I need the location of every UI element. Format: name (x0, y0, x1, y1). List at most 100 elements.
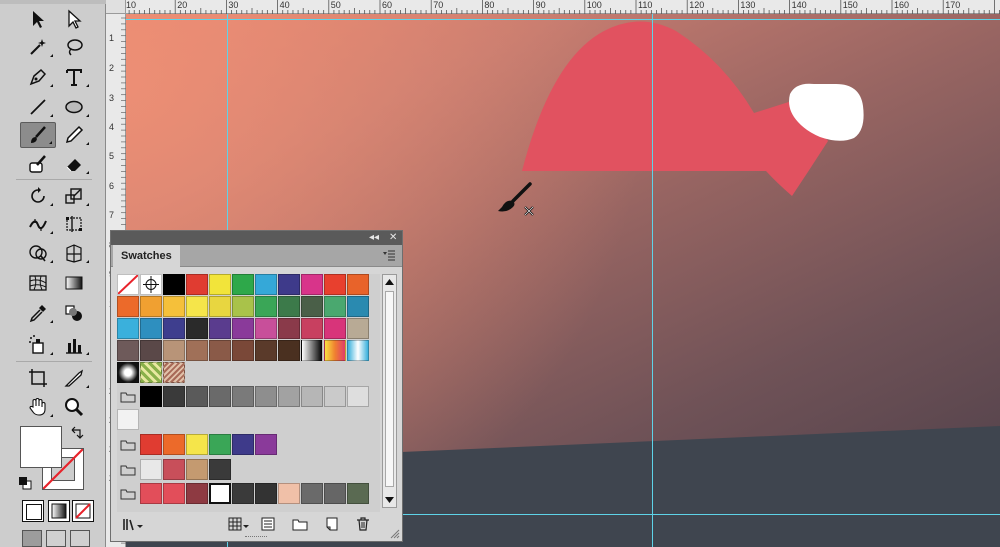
color-swatch[interactable] (232, 434, 254, 455)
color-swatch[interactable] (278, 386, 300, 407)
magic-wand-tool[interactable] (20, 34, 56, 60)
color-swatch[interactable] (163, 434, 185, 455)
color-swatch[interactable] (209, 459, 231, 480)
color-swatch[interactable] (209, 434, 231, 455)
registration-swatch[interactable] (140, 274, 162, 295)
width-tool[interactable] (20, 211, 56, 237)
scale-tool[interactable] (56, 183, 92, 209)
color-swatch[interactable] (278, 340, 300, 361)
color-swatch[interactable] (324, 274, 346, 295)
pattern-swatch[interactable] (140, 362, 162, 383)
zoom-tool[interactable] (56, 394, 92, 420)
panel-drag-handle[interactable] (245, 536, 267, 539)
color-group-folder-icon[interactable] (117, 386, 139, 407)
color-swatch[interactable] (163, 459, 185, 480)
color-swatch[interactable] (140, 318, 162, 339)
slice-tool[interactable] (56, 365, 92, 391)
color-swatch[interactable] (186, 434, 208, 455)
tab-swatches[interactable]: Swatches (113, 245, 180, 267)
color-swatch[interactable] (278, 318, 300, 339)
color-swatch[interactable] (209, 340, 231, 361)
color-swatch[interactable] (347, 386, 369, 407)
color-swatch[interactable] (301, 483, 323, 504)
color-swatch[interactable] (117, 296, 139, 317)
color-swatch[interactable] (324, 318, 346, 339)
color-swatch[interactable] (163, 318, 185, 339)
color-swatch[interactable] (255, 318, 277, 339)
panel-title-bar[interactable]: ◂◂ ✕ (111, 231, 402, 245)
color-swatch[interactable] (117, 340, 139, 361)
gradient-mode-button[interactable] (48, 500, 70, 522)
resize-grip-icon[interactable] (390, 529, 400, 539)
color-swatch[interactable] (209, 386, 231, 407)
type-tool[interactable] (56, 64, 92, 90)
color-swatch[interactable] (278, 274, 300, 295)
color-group-folder-icon[interactable] (117, 483, 139, 504)
color-swatch[interactable] (232, 274, 254, 295)
swap-fill-stroke-icon[interactable] (70, 426, 84, 440)
guide-vertical-2[interactable] (652, 14, 653, 547)
color-swatch[interactable] (186, 318, 208, 339)
swatch-options-button[interactable] (259, 516, 277, 532)
color-swatch[interactable] (140, 483, 162, 504)
panel-menu-icon[interactable] (382, 249, 396, 261)
fill-swatch[interactable] (20, 426, 62, 468)
color-swatch[interactable] (117, 318, 139, 339)
color-swatch[interactable] (324, 483, 346, 504)
color-swatch[interactable] (232, 340, 254, 361)
color-swatch[interactable] (232, 483, 254, 504)
shape-builder-tool[interactable] (20, 240, 56, 266)
draw-behind-button[interactable] (46, 530, 66, 547)
color-swatch[interactable] (301, 274, 323, 295)
color-swatch[interactable] (186, 459, 208, 480)
color-swatch[interactable] (186, 340, 208, 361)
artboard-tool[interactable] (20, 365, 56, 391)
scroll-down-button[interactable] (384, 494, 395, 506)
direct-selection-tool[interactable] (56, 6, 92, 32)
tools-panel-grip[interactable] (0, 0, 106, 4)
color-swatch[interactable] (301, 318, 323, 339)
swatch-libraries-button[interactable] (121, 516, 145, 532)
free-transform-tool[interactable] (56, 211, 92, 237)
blend-tool[interactable] (56, 300, 92, 326)
gradient-swatch[interactable] (301, 340, 323, 361)
color-swatch[interactable] (163, 296, 185, 317)
color-swatch[interactable] (347, 318, 369, 339)
close-panel-icon[interactable]: ✕ (389, 231, 397, 245)
color-swatch[interactable] (140, 340, 162, 361)
color-swatch[interactable] (186, 483, 208, 504)
color-swatch[interactable] (117, 409, 139, 430)
column-graph-tool[interactable] (56, 332, 92, 358)
color-swatch[interactable] (255, 274, 277, 295)
color-swatch[interactable] (232, 296, 254, 317)
line-segment-tool[interactable] (20, 94, 56, 120)
scroll-thumb[interactable] (385, 291, 394, 487)
color-swatch[interactable] (324, 386, 346, 407)
color-swatch[interactable] (163, 274, 185, 295)
selection-tool[interactable] (20, 6, 56, 32)
color-group-folder-icon[interactable] (117, 459, 139, 480)
color-swatch[interactable] (209, 296, 231, 317)
paintbrush-tool[interactable] (20, 122, 56, 148)
hand-tool[interactable] (20, 394, 56, 420)
color-swatch[interactable] (140, 386, 162, 407)
color-swatch[interactable] (278, 296, 300, 317)
new-swatch-button[interactable] (323, 516, 341, 532)
gradient-swatch[interactable] (324, 340, 346, 361)
color-swatch[interactable] (232, 386, 254, 407)
pen-tool[interactable] (20, 64, 56, 90)
guide-horizontal-1[interactable] (126, 19, 1000, 20)
color-swatch[interactable] (301, 386, 323, 407)
color-swatch[interactable] (163, 340, 185, 361)
draw-inside-button[interactable] (70, 530, 90, 547)
swatch-kinds-button[interactable] (227, 516, 251, 532)
ruler-origin[interactable] (106, 0, 126, 14)
horizontal-ruler[interactable]: 10 20 30 40 50 60 70 80 90 100 110 120 130 140 150 160 1… (106, 0, 1000, 14)
color-swatch[interactable] (255, 340, 277, 361)
color-group-folder-icon[interactable] (117, 434, 139, 455)
color-swatch[interactable] (140, 459, 162, 480)
gradient-tool[interactable] (56, 270, 92, 296)
color-swatch[interactable] (301, 296, 323, 317)
default-fill-stroke-icon[interactable] (18, 476, 32, 490)
color-swatch[interactable] (347, 483, 369, 504)
